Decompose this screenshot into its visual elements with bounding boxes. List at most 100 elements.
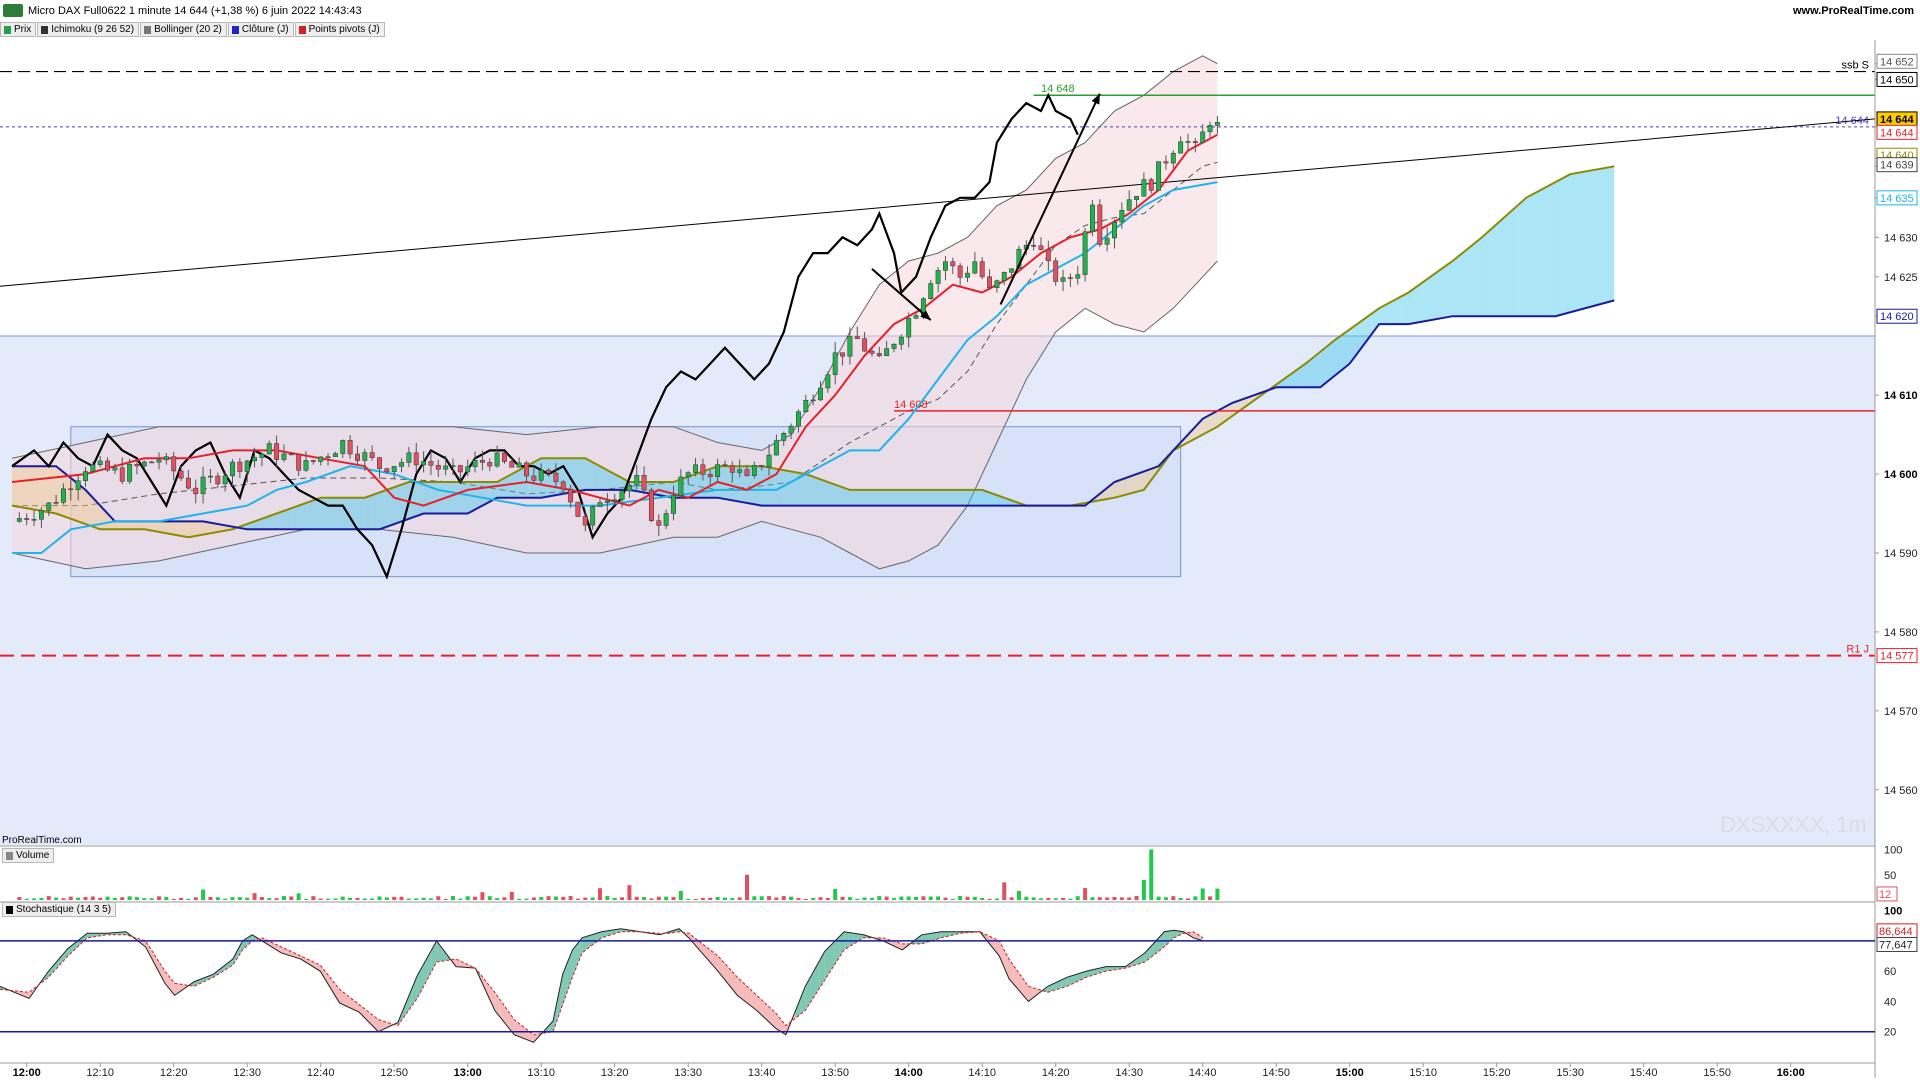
volume-panel-label[interactable]: Volume	[2, 848, 55, 863]
candle-body	[1112, 221, 1117, 239]
volume-tick-2: 100	[1884, 845, 1902, 857]
volume-bar	[399, 896, 404, 900]
y-tick-label-2: 14 580	[1884, 627, 1918, 639]
candle-body	[649, 489, 654, 521]
stoch-fill-segment	[548, 1021, 554, 1033]
value-tag-label-8: 14 577	[1880, 651, 1914, 663]
candle-body	[987, 276, 992, 288]
volume-bar	[98, 897, 103, 900]
volume-bar	[39, 897, 44, 900]
volume-bar	[90, 896, 95, 900]
x-tick-label-9: 13:30	[674, 1067, 702, 1079]
ichimoku-cloud-segment	[1548, 182, 1556, 317]
candle-body	[943, 261, 948, 271]
stoch-fill-segment	[412, 975, 418, 1006]
volume-bar	[921, 896, 926, 900]
stoch-fill-segment	[514, 1019, 520, 1037]
volume-bar	[436, 896, 441, 900]
stoch-fill-segment	[155, 956, 161, 975]
volume-bar	[862, 897, 867, 900]
volume-bar	[524, 898, 529, 900]
stochastic-panel-label[interactable]: Stochastique (14 3 5)	[2, 902, 117, 917]
value-tag-label-6: 14 635	[1880, 193, 1914, 205]
volume-bar	[965, 896, 970, 900]
volume-bar	[164, 896, 169, 900]
x-tick-label-11: 13:50	[821, 1067, 849, 1079]
candle-body	[355, 453, 360, 461]
x-tick-label-14: 14:20	[1042, 1067, 1070, 1079]
candle-body	[208, 475, 213, 478]
candle-body	[1170, 152, 1176, 164]
volume-bar	[884, 896, 889, 900]
ichimoku-cloud-segment	[1584, 170, 1593, 309]
volume-bar	[311, 896, 316, 900]
volume-bar	[171, 898, 176, 900]
candle-body	[1185, 141, 1191, 143]
volume-bar	[612, 897, 617, 900]
stoch-tick-2: 60	[1884, 966, 1896, 978]
candle-body	[722, 464, 728, 466]
candle-body	[707, 474, 713, 477]
ichimoku-cloud-segment	[923, 489, 931, 506]
x-tick-label-19: 15:10	[1409, 1067, 1437, 1079]
volume-bar	[877, 896, 882, 900]
x-tick-label-6: 13:00	[454, 1067, 482, 1079]
volume-bar	[759, 896, 764, 900]
volume-bar	[193, 897, 198, 900]
ichimoku-cloud-segment	[871, 489, 880, 506]
volume-bar	[715, 897, 720, 900]
volume-bar	[605, 896, 610, 900]
candle-body	[524, 462, 529, 477]
ichimoku-cloud-segment	[460, 481, 468, 514]
volume-bar	[1016, 890, 1021, 900]
volume-bar	[700, 897, 705, 900]
ichimoku-cloud-segment	[967, 489, 975, 506]
volume-bar	[914, 896, 919, 900]
volume-bar	[223, 898, 228, 900]
volume-bar	[1031, 897, 1036, 900]
x-tick-label-4: 12:40	[307, 1067, 335, 1079]
volume-bar	[509, 891, 514, 900]
candle-body	[803, 399, 809, 412]
volume-bar	[950, 898, 955, 900]
ichimoku-cloud-segment	[1599, 167, 1607, 305]
volume-bar	[105, 896, 110, 900]
candle-body	[384, 468, 390, 473]
chart-canvas[interactable]: ssb S14 64814 64414 608R1 J14 56014 5701…	[0, 0, 1920, 1080]
ichimoku-cloud-segment	[1577, 171, 1585, 311]
volume-bar	[362, 898, 367, 900]
ichimoku-cloud-segment	[761, 466, 770, 506]
volume-bar	[296, 893, 301, 900]
stoch-fill-segment	[989, 936, 995, 950]
candle-body	[1156, 161, 1162, 191]
candle-body	[840, 352, 845, 357]
x-tick-label-24: 16:00	[1777, 1067, 1805, 1079]
volume-bar	[1053, 898, 1058, 900]
ichimoku-cloud-segment	[1423, 276, 1431, 322]
volume-bar	[803, 898, 808, 900]
ichimoku-cloud-segment	[1467, 243, 1475, 317]
volume-bar	[664, 896, 669, 900]
ichimoku-cloud-segment	[357, 497, 365, 530]
candle-body	[766, 454, 772, 467]
candle-body	[678, 476, 684, 497]
y-tick-label-1: 14 570	[1884, 706, 1918, 718]
volume-bar	[1200, 888, 1205, 900]
candle-body	[472, 459, 478, 468]
candle-body	[502, 452, 507, 462]
volume-bar	[487, 896, 492, 900]
x-tick-label-2: 12:20	[160, 1067, 188, 1079]
volume-bar	[825, 898, 830, 900]
candle-body	[435, 465, 441, 470]
stoch-tick-1: 40	[1884, 996, 1896, 1008]
candle-body	[61, 488, 66, 503]
candle-body	[185, 477, 191, 489]
volume-bar	[1193, 896, 1198, 900]
candle-body	[1200, 131, 1206, 143]
candle-body	[75, 480, 81, 491]
level-label-4: R1 J	[1846, 644, 1869, 656]
candle-body	[369, 452, 375, 458]
volume-bar	[112, 897, 117, 900]
y-tick-label-5: 14 610	[1884, 390, 1918, 402]
candle-body	[1104, 237, 1110, 245]
